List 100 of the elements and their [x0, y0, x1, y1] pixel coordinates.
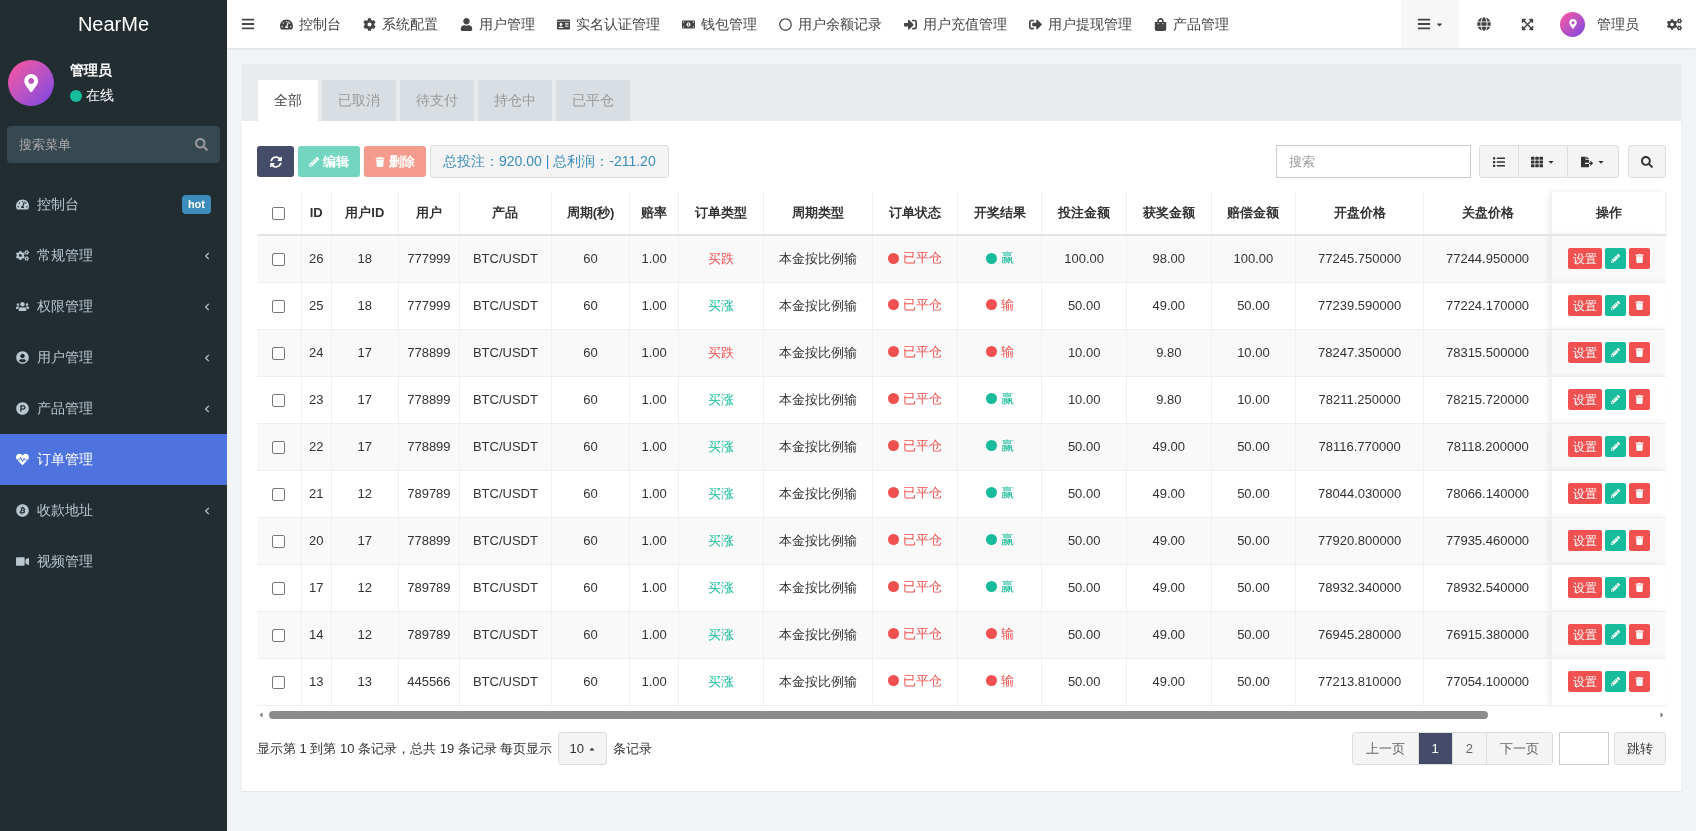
table-cell: 12	[331, 564, 399, 611]
result-label: 输	[1000, 625, 1014, 644]
sidebar-item[interactable]: 控制台 hot	[0, 179, 227, 230]
settings-button[interactable]: 设置	[1567, 248, 1602, 270]
search-field[interactable]: 搜索	[1276, 145, 1471, 178]
page-jump-field[interactable]	[1559, 732, 1609, 765]
delete-row-button[interactable]	[1628, 483, 1650, 504]
delete-row-button[interactable]	[1628, 389, 1650, 410]
settings-button[interactable]: 设置	[1567, 295, 1602, 316]
row-checkbox[interactable]	[272, 487, 286, 501]
trash-icon	[1634, 442, 1644, 451]
settings-button[interactable]: 设置	[1567, 671, 1602, 692]
result-label: 输	[1000, 672, 1014, 691]
settings-button[interactable]: 设置	[1567, 530, 1602, 551]
edit-row-button[interactable]	[1604, 389, 1626, 410]
sidebar-item[interactable]: 用户管理	[0, 332, 227, 383]
top-nav-link[interactable]: 用户管理	[449, 0, 546, 48]
top-nav-link[interactable]: 用户余额记录	[768, 0, 893, 48]
top-nav-link[interactable]: 实名认证管理	[546, 0, 671, 48]
delete-row-button[interactable]	[1628, 436, 1650, 457]
settings-button[interactable]: 设置	[1567, 577, 1602, 598]
fullscreen-icon[interactable]	[1521, 17, 1534, 31]
table-cell: 本金按比例输	[763, 564, 873, 611]
settings-button[interactable]: 设置	[1567, 342, 1602, 363]
pagination-button[interactable]: 1	[1418, 733, 1453, 764]
admin-menu[interactable]: 管理员	[1546, 0, 1653, 48]
top-nav-link[interactable]: 用户提现管理	[1018, 0, 1143, 48]
row-checkbox[interactable]	[272, 534, 286, 548]
edit-row-button[interactable]	[1604, 530, 1626, 551]
filter-tab[interactable]: 全部	[258, 80, 318, 121]
settings-button[interactable]: 设置	[1567, 436, 1602, 457]
top-nav-link[interactable]: 控制台	[269, 0, 352, 48]
globe-icon[interactable]	[1477, 17, 1491, 31]
sidebar-item[interactable]: 产品管理	[0, 383, 227, 434]
scrollbar-thumb[interactable]	[269, 710, 1488, 719]
settings-button[interactable]: 设置	[1567, 483, 1602, 504]
search-button[interactable]	[1628, 145, 1666, 178]
row-checkbox[interactable]	[272, 628, 286, 642]
edit-row-button[interactable]	[1604, 295, 1626, 316]
delete-row-button[interactable]	[1628, 248, 1650, 270]
edit-row-button[interactable]	[1604, 671, 1626, 692]
refresh-button[interactable]	[257, 146, 294, 177]
sidebar-item[interactable]: 权限管理	[0, 281, 227, 332]
edit-row-button[interactable]	[1604, 624, 1626, 645]
table-cell: 17	[331, 329, 399, 376]
delete-row-button[interactable]	[1628, 295, 1650, 316]
bitcoin-icon	[16, 504, 29, 517]
row-checkbox[interactable]	[272, 299, 286, 313]
delete-row-button[interactable]	[1628, 671, 1650, 692]
table-cell: 78211.250000	[1295, 376, 1424, 423]
jump-button[interactable]: 跳转	[1614, 732, 1666, 765]
trash-icon	[1634, 348, 1644, 357]
layout-dropdown-button[interactable]	[1401, 0, 1459, 48]
table-cell: 1.00	[629, 376, 679, 423]
sidebar-item[interactable]: 收款地址	[0, 485, 227, 536]
edit-row-button[interactable]	[1604, 577, 1626, 598]
sidebar-item[interactable]: 订单管理	[0, 434, 227, 485]
row-checkbox[interactable]	[272, 346, 286, 360]
refresh-icon	[269, 155, 282, 168]
menu-icon[interactable]	[241, 17, 255, 31]
table-cell: 本金按比例输	[763, 611, 873, 658]
edit-row-button[interactable]	[1604, 342, 1626, 363]
row-checkbox[interactable]	[272, 581, 286, 595]
table-cell: 60	[551, 329, 630, 376]
settings-button[interactable]: 设置	[1567, 624, 1602, 645]
delete-row-button[interactable]	[1628, 530, 1650, 551]
page-size-dropdown[interactable]: 10	[558, 732, 607, 765]
row-checkbox[interactable]	[272, 253, 286, 267]
column-header: 产品	[459, 192, 552, 235]
sidebar-item[interactable]: 视频管理	[0, 536, 227, 587]
select-all-checkbox[interactable]	[272, 207, 286, 221]
delete-row-button[interactable]	[1628, 624, 1650, 645]
sidebar-item[interactable]: 常规管理	[0, 230, 227, 281]
edit-row-button[interactable]	[1604, 436, 1626, 457]
settings-icon[interactable]	[1667, 16, 1682, 32]
table-cell: 778899	[398, 329, 460, 376]
table-cell: 本金按比例输	[763, 470, 873, 517]
table-cell: 60	[551, 235, 630, 282]
result-label: 赢	[1000, 531, 1014, 550]
top-nav-link[interactable]: 钱包管理	[671, 0, 768, 48]
top-nav-link[interactable]: 系统配置	[352, 0, 449, 48]
menu-search-field[interactable]: 搜索菜单	[7, 126, 220, 163]
row-checkbox[interactable]	[272, 393, 286, 407]
top-nav-link[interactable]: 用户充值管理	[893, 0, 1018, 48]
row-checkbox[interactable]	[272, 440, 286, 454]
pagination-button[interactable]: 上一页	[1352, 733, 1419, 764]
pagination-button[interactable]: 2	[1452, 733, 1487, 764]
scroll-right-icon[interactable]	[1658, 710, 1666, 719]
scroll-left-icon[interactable]	[257, 710, 265, 719]
edit-row-button[interactable]	[1604, 248, 1626, 270]
settings-button[interactable]: 设置	[1567, 389, 1602, 410]
shopping-bag-icon	[1154, 17, 1167, 31]
row-checkbox[interactable]	[272, 675, 286, 689]
top-nav-link[interactable]: 产品管理	[1143, 0, 1240, 48]
edit-row-button[interactable]	[1604, 483, 1626, 504]
status-label: 已平仓	[902, 390, 942, 409]
delete-row-button[interactable]	[1628, 577, 1650, 598]
table-cell: 98.00	[1126, 235, 1212, 282]
pagination-button[interactable]: 下一页	[1487, 733, 1552, 764]
delete-row-button[interactable]	[1628, 342, 1650, 363]
